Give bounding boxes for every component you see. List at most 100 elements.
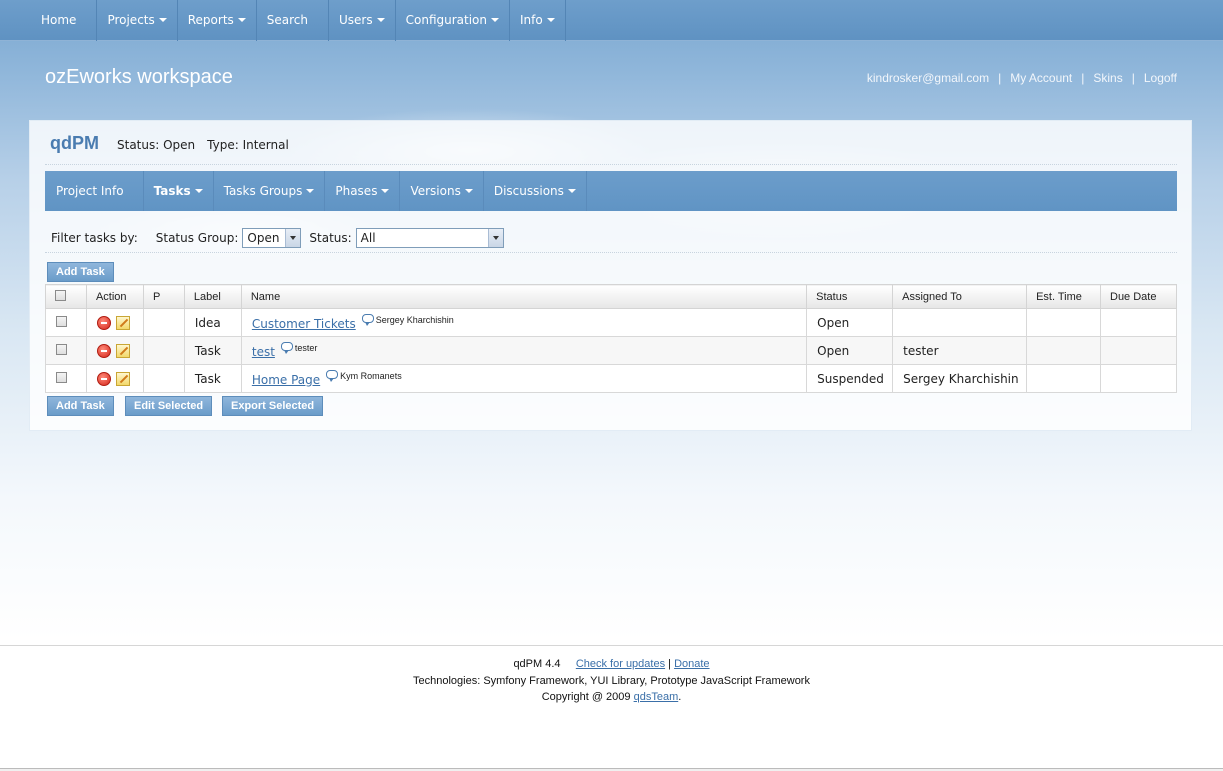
top-navigation: Home Projects Reports Search Users Confi… [0, 0, 1223, 41]
task-link[interactable]: Customer Tickets [252, 317, 356, 331]
add-task-button-bottom[interactable]: Add Task [47, 396, 114, 416]
row-checkbox[interactable] [56, 371, 67, 383]
skins-link[interactable]: Skins [1093, 71, 1122, 85]
select-all-header [45, 284, 87, 309]
delete-icon[interactable] [96, 371, 111, 386]
col-status: Status [806, 284, 894, 309]
add-task-button-top[interactable]: Add Task [47, 262, 114, 282]
user-links: kindrosker@gmail.com | My Account | Skin… [867, 71, 1177, 85]
period: . [678, 691, 682, 703]
table-header-row: Action P Label Name Status Assigned To E… [45, 284, 1177, 309]
col-due-date: Due Date [1100, 284, 1177, 309]
status-value: All [360, 230, 376, 245]
my-account-link[interactable]: My Account [1010, 71, 1072, 85]
col-priority: P [142, 284, 185, 309]
project-name: qdPM [50, 133, 99, 153]
edit-icon[interactable] [115, 315, 130, 330]
priority-cell [142, 308, 185, 337]
comment-icon[interactable] [280, 342, 293, 354]
tab-label: Discussions [493, 184, 564, 198]
export-selected-button[interactable]: Export Selected [222, 396, 324, 416]
separator: | [1081, 71, 1085, 85]
caret-down-icon [381, 189, 390, 193]
table-row: Task test tester Open tester [45, 336, 1177, 365]
nav-info[interactable]: Info [510, 0, 566, 41]
edit-icon[interactable] [115, 343, 130, 358]
row-select-cell [45, 364, 87, 393]
caret-down-icon [491, 18, 500, 22]
nav-reports[interactable]: Reports [178, 0, 257, 41]
nav-users[interactable]: Users [329, 0, 396, 41]
caret-down-icon [237, 18, 246, 22]
status-select[interactable]: All [355, 227, 504, 248]
caret-down-icon [306, 189, 315, 193]
nav-label: Home [41, 13, 77, 27]
project-subnav: Project Info Tasks Tasks Groups Phases V… [45, 171, 1177, 211]
tab-discussions[interactable]: Discussions [484, 171, 587, 211]
user-email-link[interactable]: kindrosker@gmail.com [867, 71, 989, 85]
due-date-cell [1100, 336, 1177, 365]
status-cell: Open [806, 308, 894, 337]
due-date-cell [1100, 364, 1177, 393]
nav-projects[interactable]: Projects [97, 0, 178, 41]
separator: | [998, 71, 1002, 85]
status-group-label: Status Group: [155, 230, 239, 245]
status-group-select[interactable]: Open [242, 227, 302, 248]
copyright-text: Copyright @ 2009 [541, 691, 631, 703]
tab-project-info[interactable]: Project Info [45, 171, 144, 211]
nav-label: Configuration [405, 13, 488, 27]
est-time-cell [1026, 336, 1101, 365]
caret-down-icon [546, 18, 555, 22]
separator: | [1131, 71, 1135, 85]
task-link[interactable]: test [252, 345, 275, 359]
delete-icon[interactable] [96, 315, 111, 330]
col-assigned-to: Assigned To [892, 284, 1028, 309]
check-updates-link[interactable]: Check for updates [576, 658, 665, 670]
status-cell: Suspended [806, 364, 894, 393]
priority-cell [142, 336, 185, 365]
tab-label: Tasks [153, 184, 191, 198]
priority-cell [142, 364, 185, 393]
tab-phases[interactable]: Phases [325, 171, 401, 211]
workspace-title: ozEworks workspace [45, 66, 233, 88]
donate-link[interactable]: Donate [674, 658, 709, 670]
label-cell: Idea [183, 308, 242, 337]
table-row: Task Home Page Kym Romanets Suspended Ser… [45, 364, 1177, 393]
team-link[interactable]: qdsTeam [634, 691, 679, 703]
col-name: Name [240, 284, 808, 309]
task-link[interactable]: Home Page [252, 373, 320, 387]
caret-down-icon [158, 18, 167, 22]
nav-home[interactable]: Home [0, 0, 98, 41]
status-group-value: Open [247, 230, 280, 245]
nav-search[interactable]: Search [257, 0, 330, 41]
table-row: Idea Customer Tickets Sergey Kharchishin … [45, 308, 1177, 337]
nav-label: Search [266, 13, 309, 27]
status-cell: Open [806, 336, 894, 365]
technologies-text: Technologies: Symfony Framework, YUI Lib… [413, 674, 810, 687]
footer-version-line: qdPM 4.4 Check for updates | Donate [0, 656, 1223, 673]
comment-icon[interactable] [361, 314, 374, 326]
est-time-cell [1026, 308, 1101, 337]
project-status: Status: Open [117, 138, 196, 152]
filter-label: Filter tasks by: [51, 230, 138, 245]
edit-icon[interactable] [115, 371, 130, 386]
select-all-checkbox[interactable] [55, 289, 66, 301]
label-cell: Task [183, 364, 242, 393]
row-checkbox[interactable] [56, 343, 67, 355]
tab-tasks-groups[interactable]: Tasks Groups [214, 171, 326, 211]
tasks-table: Action P Label Name Status Assigned To E… [45, 284, 1177, 393]
edit-selected-button[interactable]: Edit Selected [125, 396, 213, 416]
filter-row: Filter tasks by: Status Group: Open Stat… [45, 223, 1177, 253]
delete-icon[interactable] [96, 343, 111, 358]
comment-icon[interactable] [326, 370, 339, 382]
logoff-link[interactable]: Logoff [1144, 71, 1177, 85]
tab-tasks[interactable]: Tasks [144, 171, 214, 211]
project-type: Type: Internal [207, 138, 289, 152]
tab-versions[interactable]: Versions [400, 171, 484, 211]
tab-label: Versions [410, 184, 461, 198]
footer: qdPM 4.4 Check for updates | Donate Tech… [0, 645, 1223, 771]
nav-configuration[interactable]: Configuration [396, 0, 511, 41]
project-panel: qdPM Status: Open Type: Internal Project… [29, 120, 1192, 431]
nav-label: Users [339, 13, 373, 27]
row-checkbox[interactable] [56, 315, 67, 327]
